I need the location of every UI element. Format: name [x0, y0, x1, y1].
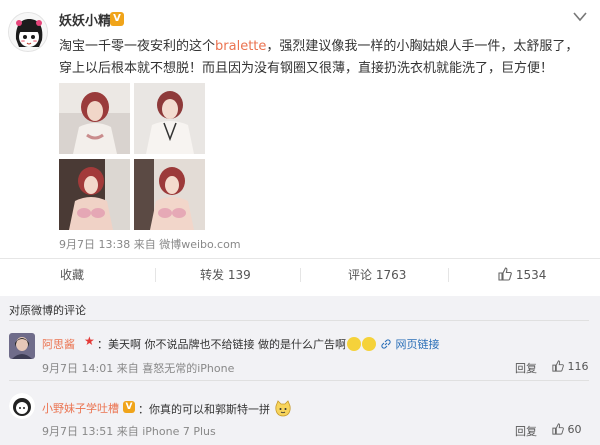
laughing-emoji-icon: [347, 337, 361, 351]
like-count: 1534: [515, 268, 547, 282]
source-prefix: 来自: [133, 238, 156, 251]
weibo-post: 妖妖小精 V 淘宝一千零一夜安利的这个bralette，强烈建议像我一样的小胸姑…: [0, 0, 600, 258]
post-text-part1: 淘宝一千零一夜安利的这个: [59, 39, 216, 54]
comment-text: ：你真的可以和郭斯特一拼: [138, 400, 292, 418]
verified-badge: V: [123, 401, 135, 413]
commenter-name[interactable]: 阿思酱: [42, 336, 75, 352]
photo-thumbnail[interactable]: [134, 159, 205, 230]
repost-button[interactable]: 转发 139: [200, 267, 251, 283]
comment-like-count: 116: [567, 360, 589, 373]
comments-divider: [9, 320, 589, 321]
user-photo-icon: [9, 333, 35, 359]
photo-grid: [59, 83, 209, 233]
cartoon-avatar-icon: [9, 393, 35, 419]
comments-section: 对原微博的评论 阿思酱 ★ ：美天啊 你不说品牌也不给链接 做的是什么广告啊 网…: [0, 296, 600, 445]
comment-text-body: ：你真的可以和郭斯特一拼: [138, 403, 270, 416]
reply-button[interactable]: 回复: [515, 360, 537, 376]
source-prefix: 来自: [116, 425, 139, 438]
author-name[interactable]: 妖妖小精: [59, 10, 111, 29]
photo-thumbnail[interactable]: [59, 159, 130, 230]
like-button[interactable]: 1534: [498, 267, 546, 283]
comment-source: iPhone 7 Plus: [142, 425, 216, 438]
web-link[interactable]: 网页链接: [380, 336, 440, 352]
verified-badge: V: [110, 12, 124, 26]
photo-image-icon: [59, 159, 130, 230]
post-highlight-link[interactable]: bralette: [215, 39, 266, 54]
action-bar: 收藏 转发 139 评论 1763 1534: [0, 259, 600, 289]
commenter-avatar[interactable]: [9, 333, 35, 359]
comment-source: 喜怒无常的iPhone: [142, 362, 235, 375]
commenter-avatar[interactable]: [9, 393, 35, 419]
post-meta: 9月7日 13:38 来自 微博weibo.com: [59, 236, 241, 252]
post-content: 淘宝一千零一夜安利的这个bralette，强烈建议像我一样的小胸姑娘人手一件，太…: [59, 36, 589, 80]
commenter-name[interactable]: 小野妹子学吐槽: [42, 400, 119, 416]
comment-button[interactable]: 评论 1763: [348, 267, 406, 283]
source-prefix: 来自: [116, 362, 139, 375]
comment-timestamp: 9月7日 13:51: [42, 425, 114, 438]
comment-text: ：美天啊 你不说品牌也不给链接 做的是什么广告啊: [97, 336, 376, 352]
favorite-button[interactable]: 收藏: [60, 267, 84, 283]
laughing-emoji-icon: [362, 337, 376, 351]
comment-like-button[interactable]: 116: [552, 360, 589, 373]
action-separator: [448, 268, 449, 282]
comment-divider: [9, 380, 589, 381]
web-link-label: 网页链接: [395, 338, 440, 351]
comment-like-count: 60: [567, 423, 582, 436]
photo-thumbnail[interactable]: [59, 83, 130, 154]
post-source[interactable]: 微博weibo.com: [159, 238, 240, 251]
action-separator: [155, 268, 156, 282]
thumbs-up-icon: [552, 423, 564, 435]
comment-like-button[interactable]: 60: [552, 423, 582, 436]
author-avatar[interactable]: [8, 12, 48, 52]
cat-emoji-icon: [274, 400, 291, 417]
thumbs-up-icon: [498, 267, 512, 281]
comment-text-body: ：美天啊 你不说品牌也不给链接 做的是什么广告啊: [97, 338, 346, 351]
link-icon: [381, 339, 391, 349]
thumbs-up-icon: [552, 360, 564, 372]
comment-timestamp: 9月7日 14:01: [42, 362, 114, 375]
action-separator: [300, 268, 301, 282]
comments-title: 对原微博的评论: [9, 304, 86, 317]
chevron-down-icon[interactable]: [573, 12, 587, 22]
photo-image-icon: [134, 159, 205, 230]
photo-thumbnail[interactable]: [134, 83, 205, 154]
photo-image-icon: [134, 83, 205, 154]
post-timestamp[interactable]: 9月7日 13:38: [59, 238, 130, 251]
star-badge-icon: ★: [84, 334, 95, 348]
comment-meta: 9月7日 13:51 来自 iPhone 7 Plus: [42, 423, 216, 439]
cartoon-girl-avatar-icon: [9, 13, 47, 51]
comment-meta: 9月7日 14:01 来自 喜怒无常的iPhone: [42, 360, 234, 376]
photo-image-icon: [59, 83, 130, 154]
reply-button[interactable]: 回复: [515, 423, 537, 439]
